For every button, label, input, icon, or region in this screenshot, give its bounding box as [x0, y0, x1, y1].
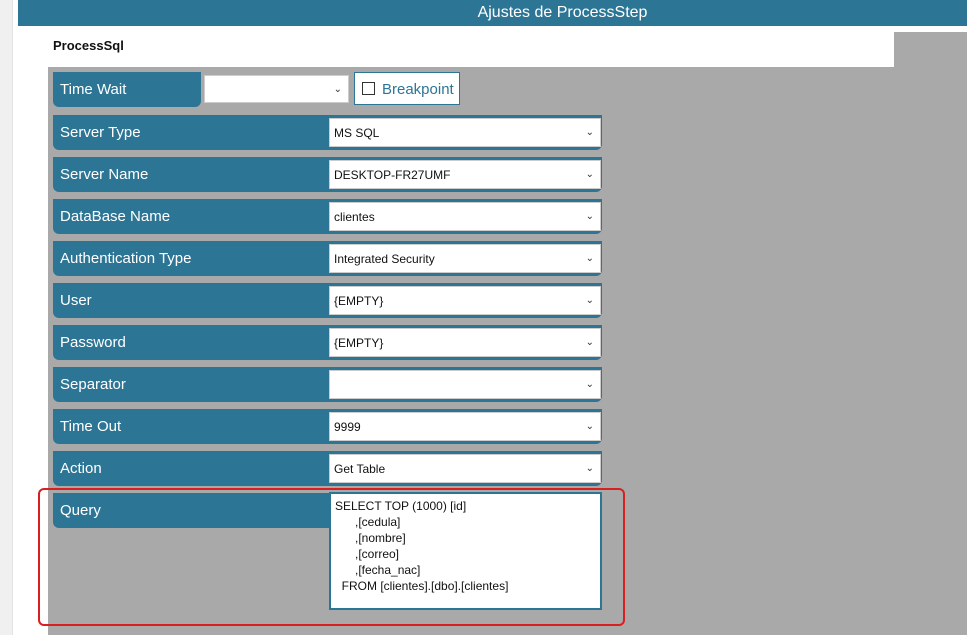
action-label: Action: [60, 460, 102, 477]
action-select[interactable]: Get Table ⌄: [329, 454, 601, 483]
authentication-type-label: Authentication Type: [60, 250, 192, 267]
time-out-select[interactable]: 9999 ⌄: [329, 412, 601, 441]
password-select[interactable]: {EMPTY} ⌄: [329, 328, 601, 357]
user-value: {EMPTY}: [334, 294, 384, 308]
time-out-label: Time Out: [60, 418, 122, 435]
query-textarea[interactable]: SELECT TOP (1000) [id] ,[cedula] ,[nombr…: [329, 492, 602, 610]
chevron-down-icon: ⌄: [585, 421, 594, 432]
password-label: Password: [60, 334, 126, 351]
authentication-type-value: Integrated Security: [334, 252, 435, 266]
server-name-label: Server Name: [60, 166, 149, 183]
separator-select[interactable]: ⌄: [329, 370, 601, 399]
server-name-value: DESKTOP-FR27UMF: [334, 168, 451, 182]
chevron-down-icon: ⌄: [585, 337, 594, 348]
user-select[interactable]: {EMPTY} ⌄: [329, 286, 601, 315]
breakpoint-toggle[interactable]: Breakpoint: [354, 72, 460, 105]
chevron-down-icon: ⌄: [585, 295, 594, 306]
password-value: {EMPTY}: [334, 336, 384, 350]
title-bar: Ajustes de ProcessStep: [18, 0, 967, 26]
chevron-down-icon: ⌄: [585, 253, 594, 264]
action-value: Get Table: [334, 462, 386, 476]
chevron-down-icon: ⌄: [585, 127, 594, 138]
left-window-edge: [0, 0, 13, 635]
time-out-value: 9999: [334, 420, 361, 434]
user-label: User: [60, 292, 92, 309]
breakpoint-label: Breakpoint: [382, 81, 454, 98]
left-margin: [34, 67, 48, 635]
window-title: Ajustes de ProcessStep: [477, 4, 648, 21]
server-name-select[interactable]: DESKTOP-FR27UMF ⌄: [329, 160, 601, 189]
chevron-down-icon: ⌄: [585, 211, 594, 222]
time-wait-select[interactable]: ⌄: [204, 75, 349, 103]
server-type-value: MS SQL: [334, 126, 380, 140]
query-label: Query: [60, 502, 101, 519]
database-name-value: clientes: [334, 210, 375, 224]
chevron-down-icon: ⌄: [333, 84, 342, 95]
background-panel-top: [894, 32, 967, 67]
time-wait-label: Time Wait: [53, 72, 201, 107]
server-type-label: Server Type: [60, 124, 141, 141]
authentication-type-select[interactable]: Integrated Security ⌄: [329, 244, 601, 273]
breakpoint-checkbox[interactable]: [362, 82, 375, 95]
server-type-select[interactable]: MS SQL ⌄: [329, 118, 601, 147]
section-title: ProcessSql: [53, 38, 124, 53]
chevron-down-icon: ⌄: [585, 169, 594, 180]
database-name-select[interactable]: clientes ⌄: [329, 202, 601, 231]
chevron-down-icon: ⌄: [585, 379, 594, 390]
separator-label: Separator: [60, 376, 126, 393]
chevron-down-icon: ⌄: [585, 463, 594, 474]
section-header: [18, 26, 894, 67]
database-name-label: DataBase Name: [60, 208, 171, 225]
